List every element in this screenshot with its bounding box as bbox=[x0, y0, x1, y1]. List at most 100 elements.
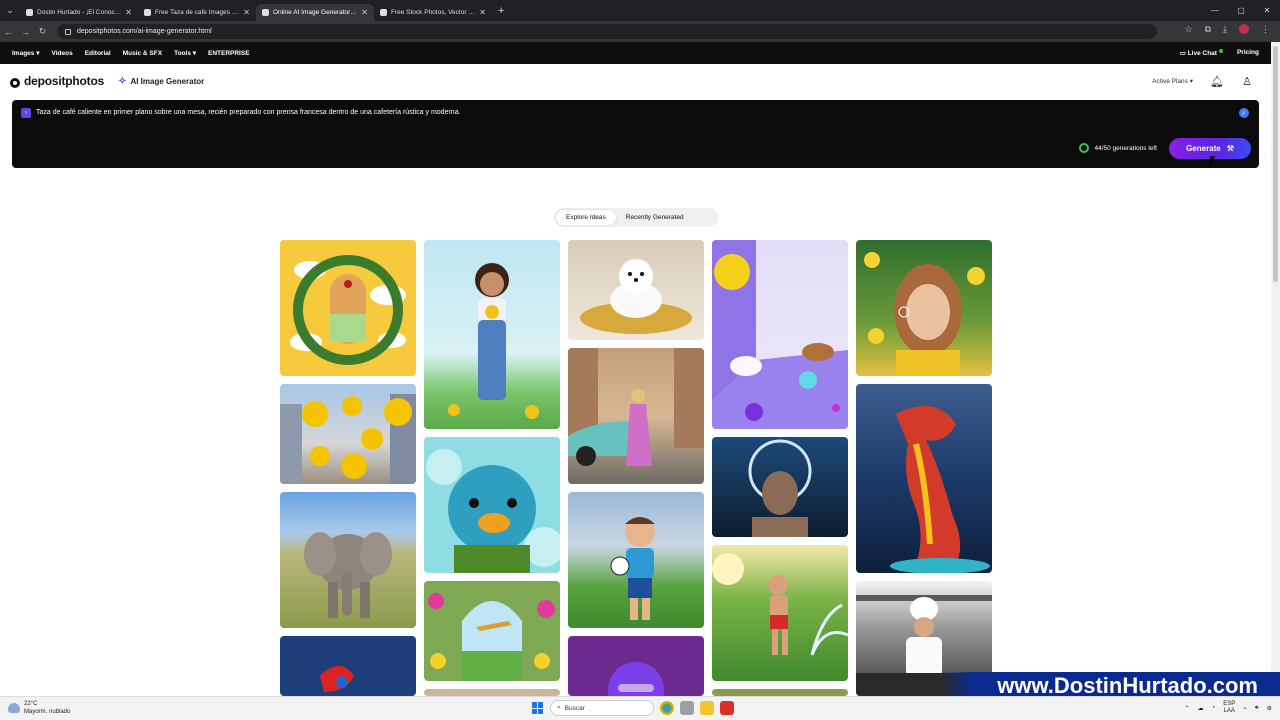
bell-notification-icon[interactable]: 🔔︎ bbox=[1210, 75, 1224, 88]
weather-widget[interactable]: 22°C Mayorm. nublado bbox=[8, 700, 70, 716]
chevron-up-icon[interactable]: ⌃ bbox=[1185, 705, 1190, 712]
browser-tab-3[interactable]: Online AI Image Generator by D ✕ bbox=[256, 4, 374, 21]
weather-desc: Mayorm. nublado bbox=[24, 709, 71, 715]
gallery-image-boy-sprinkler[interactable] bbox=[712, 545, 848, 681]
search-icon: ⌕ bbox=[557, 704, 561, 711]
dragon-illustration bbox=[890, 406, 990, 573]
reload-icon[interactable]: ↻ bbox=[34, 26, 51, 37]
gallery-image-airplane-arch[interactable] bbox=[424, 581, 560, 681]
nav-editorial[interactable]: Editorial bbox=[85, 50, 111, 57]
nav-enterprise[interactable]: ENTERPRISE bbox=[208, 50, 250, 57]
wifi-icon[interactable]: ◔ bbox=[1212, 705, 1216, 711]
nav-images[interactable]: Images ▾ bbox=[12, 49, 39, 57]
gallery-image-bottom-col4[interactable] bbox=[712, 689, 848, 696]
gallery-image-fluffy-monster[interactable] bbox=[424, 437, 560, 573]
live-chat-link[interactable]: ▭ Live Chat bbox=[1180, 49, 1223, 57]
gallery-image-white-dog[interactable] bbox=[568, 240, 704, 340]
gallery-image-man-bubble[interactable] bbox=[712, 437, 848, 537]
window-controls: — ▢ ✕ bbox=[1202, 0, 1280, 21]
favicon-icon bbox=[26, 9, 33, 16]
gallery-image-girl-flowers[interactable] bbox=[424, 240, 560, 429]
windows-start-icon[interactable] bbox=[532, 702, 544, 714]
generations-counter: 44/50 generations left bbox=[1079, 143, 1157, 153]
logo-mark-icon bbox=[9, 74, 21, 88]
star-bookmark-icon[interactable]: ☆ bbox=[1185, 24, 1193, 35]
browser-tab-4[interactable]: Free Stock Photos, Vector Imag ✕ bbox=[374, 4, 492, 21]
browser-actions: ☆ ⧉ ⤓ ⋮ bbox=[1185, 24, 1270, 35]
dog-illustration bbox=[580, 259, 692, 334]
browser-tab-bar: ⌄ Dostin Hurtado - ¡El Conocimiento ✕ Fr… bbox=[0, 0, 1280, 21]
onedrive-icon[interactable]: ☁ bbox=[1198, 705, 1204, 712]
lang-primary: ESP bbox=[1223, 701, 1236, 707]
url-field[interactable]: depositphotos.com/ai-image-generator.htm… bbox=[57, 24, 1157, 39]
woman-car-illustration bbox=[568, 348, 704, 466]
tab-search-icon[interactable]: ⌄ bbox=[0, 0, 20, 21]
close-icon[interactable]: ✕ bbox=[125, 8, 132, 17]
tab-recently-generated[interactable]: Recently Generated bbox=[616, 210, 694, 225]
wreath-illustration bbox=[290, 255, 406, 365]
network-icon[interactable]: ⌁ bbox=[1243, 705, 1247, 712]
taskbar-search[interactable]: ⌕ Buscar bbox=[550, 700, 654, 716]
gallery-image-girl-bubbles[interactable] bbox=[856, 240, 992, 376]
online-status-dot bbox=[1218, 49, 1223, 53]
pricing-link[interactable]: Pricing bbox=[1237, 49, 1259, 57]
menu-kebab-icon[interactable]: ⋮ bbox=[1261, 24, 1270, 35]
gallery-image-bottom-col2[interactable] bbox=[424, 689, 560, 696]
ai-image-generator-link[interactable]: ✧ AI Image Generator bbox=[118, 76, 204, 87]
download-icon[interactable]: ⤓ bbox=[1223, 24, 1227, 35]
chrome-icon[interactable] bbox=[660, 701, 674, 715]
gallery-image-elephant[interactable] bbox=[280, 492, 416, 628]
logo-text: depositphotos bbox=[24, 74, 105, 88]
forward-arrow-icon[interactable]: → bbox=[17, 27, 34, 37]
girl-bubbles-illustration bbox=[864, 252, 985, 376]
nav-music-sfx[interactable]: Music & SFX bbox=[123, 50, 162, 57]
gallery-image-dragon-red[interactable] bbox=[856, 384, 992, 573]
gallery-image-emoji-balloons[interactable] bbox=[280, 384, 416, 484]
browser-tab-2[interactable]: Free Taza de cafe Images & Vid ✕ bbox=[138, 4, 256, 21]
user-account-icon[interactable]: ♙ bbox=[1241, 75, 1253, 88]
progress-ring-icon bbox=[1079, 143, 1090, 153]
check-circle-icon[interactable]: ✓ bbox=[1239, 108, 1249, 118]
browser-tab-1[interactable]: Dostin Hurtado - ¡El Conocimiento ✕ bbox=[20, 4, 138, 21]
close-icon[interactable]: ✕ bbox=[361, 8, 368, 17]
active-plans-dropdown[interactable]: Active Plans ▾ bbox=[1152, 77, 1193, 85]
extensions-icon[interactable]: ⧉ bbox=[1205, 24, 1211, 35]
gallery-image-purple-head[interactable] bbox=[568, 636, 704, 696]
nav-videos[interactable]: Videos bbox=[51, 50, 72, 57]
gallery-image-wreath[interactable] bbox=[280, 240, 416, 376]
nav-tools[interactable]: Tools ▾ bbox=[174, 49, 196, 57]
emoji-balloons-illustration bbox=[280, 394, 416, 484]
os-taskbar: 22°C Mayorm. nublado ⌕ Buscar ⌃ ☁ ◔ ESP LA… bbox=[0, 696, 1280, 720]
app-red-icon[interactable] bbox=[720, 701, 734, 715]
weather-text: 22°C Mayorm. nublado bbox=[24, 700, 70, 716]
site-info-icon[interactable] bbox=[65, 28, 71, 35]
gallery-image-soccer-boy[interactable] bbox=[568, 492, 704, 628]
close-icon[interactable]: ✕ bbox=[479, 8, 486, 17]
language-indicator[interactable]: ESP LAA bbox=[1223, 701, 1235, 715]
chat-bubble-icon: ▭ bbox=[1179, 50, 1188, 57]
elephant-illustration bbox=[304, 532, 392, 618]
close-window-icon[interactable]: ✕ bbox=[1254, 6, 1280, 15]
new-tab-plus-icon[interactable]: + bbox=[498, 5, 504, 17]
gallery-image-cats-balls[interactable] bbox=[712, 240, 848, 429]
taskbar-center: ⌕ Buscar bbox=[532, 700, 734, 716]
file-explorer-icon[interactable] bbox=[700, 701, 714, 715]
maximize-icon[interactable]: ▢ bbox=[1228, 6, 1254, 15]
gallery-image-woman-car[interactable] bbox=[568, 348, 704, 484]
depositphotos-logo[interactable]: depositphotos bbox=[9, 74, 104, 88]
tab-explore-ideas[interactable]: Explore Ideas bbox=[556, 210, 616, 225]
gallery-image-dragon-blue[interactable] bbox=[280, 636, 416, 696]
task-view-icon[interactable] bbox=[680, 701, 694, 715]
site-top-nav: Images ▾ Videos Editorial Music & SFX To… bbox=[0, 42, 1271, 64]
favicon-icon bbox=[262, 9, 269, 16]
temperature: 22°C bbox=[24, 701, 38, 707]
minimize-icon[interactable]: — bbox=[1202, 6, 1228, 15]
page-scrollbar-thumb[interactable] bbox=[1273, 46, 1278, 282]
back-arrow-icon[interactable]: ← bbox=[0, 27, 17, 37]
profile-avatar-icon[interactable] bbox=[1239, 24, 1249, 34]
settings-gear-icon[interactable]: ⚙ bbox=[1267, 705, 1272, 712]
prompt-terminal-icon: › bbox=[21, 108, 31, 118]
prompt-input[interactable]: Taza de café caliente en primer plano so… bbox=[36, 109, 461, 116]
volume-icon[interactable]: 🔊︎ bbox=[1255, 705, 1259, 712]
close-icon[interactable]: ✕ bbox=[243, 8, 250, 17]
